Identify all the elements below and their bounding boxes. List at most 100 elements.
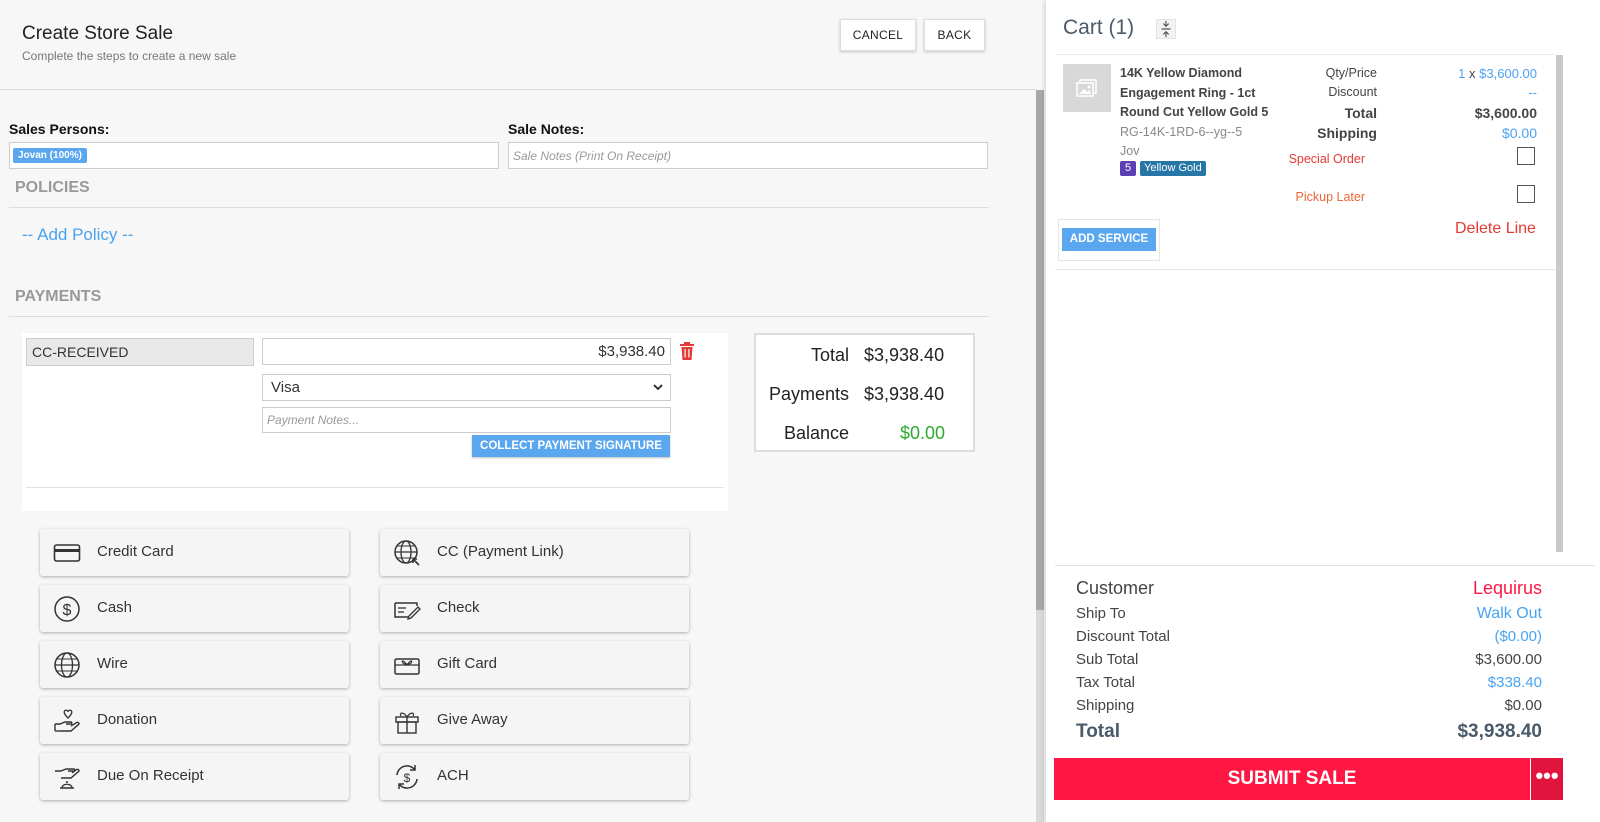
image-placeholder-icon bbox=[1076, 79, 1097, 97]
summary-balance-value: $0.00 bbox=[900, 423, 946, 443]
add-policy-link[interactable]: -- Add Policy -- bbox=[22, 225, 133, 245]
trash-icon[interactable] bbox=[679, 342, 695, 360]
discount-total-value[interactable]: ($0.00) bbox=[1494, 628, 1542, 645]
globe-link-icon bbox=[394, 540, 420, 566]
summary-total-row: Total $3,938.40 bbox=[756, 345, 973, 371]
discount-label: Discount bbox=[1328, 85, 1377, 99]
summary-payments-label: Payments bbox=[768, 384, 849, 404]
tax-total-value[interactable]: $338.40 bbox=[1488, 674, 1542, 691]
payments-section-title: PAYMENTS bbox=[15, 288, 102, 305]
qty-price-value[interactable]: 1 x $3,600.00 bbox=[1458, 66, 1537, 81]
customer-row: Customer Lequirus bbox=[1076, 578, 1542, 599]
payment-method-label: Donation bbox=[97, 711, 158, 728]
payment-method-give-away[interactable]: Give Away bbox=[380, 697, 689, 744]
pickup-later-label: Pickup Later bbox=[1295, 190, 1365, 204]
payment-method-wire[interactable]: Wire bbox=[40, 641, 349, 688]
card-type-value: Visa bbox=[271, 379, 300, 396]
product-sku: RG-14K-1RD-6--yg--5 bbox=[1120, 125, 1243, 139]
submit-sale-button[interactable]: SUBMIT SALE bbox=[1054, 758, 1530, 800]
left-scrollbar-thumb[interactable] bbox=[1036, 90, 1044, 610]
sales-persons-label: Sales Persons: bbox=[9, 121, 110, 137]
shipping-total-label: Shipping bbox=[1076, 697, 1135, 714]
tax-total-label: Tax Total bbox=[1076, 674, 1135, 691]
line-salesperson: Jov bbox=[1120, 144, 1140, 158]
payment-notes-input[interactable]: Payment Notes... bbox=[262, 407, 671, 433]
line-shipping-value[interactable]: $0.00 bbox=[1502, 125, 1537, 141]
svg-text:$: $ bbox=[404, 771, 411, 785]
sale-notes-input[interactable]: Sale Notes (Print On Receipt) bbox=[508, 142, 988, 169]
sales-persons-input[interactable]: Jovan (100%) bbox=[9, 142, 499, 169]
cancel-button[interactable]: CANCEL bbox=[840, 19, 916, 51]
payments-divider bbox=[9, 316, 989, 317]
card-type-select[interactable]: Visa bbox=[262, 374, 671, 401]
sales-person-chip[interactable]: Jovan (100%) bbox=[13, 148, 87, 163]
cart-line-item: 14K Yellow Diamond Engagement Ring - 1ct… bbox=[1055, 54, 1555, 270]
payment-notes-placeholder: Payment Notes... bbox=[267, 413, 360, 427]
dollar-circle-icon: $ bbox=[54, 596, 80, 622]
payment-method-cash[interactable]: $ Cash bbox=[40, 585, 349, 632]
line-total-value: $3,600.00 bbox=[1474, 105, 1537, 121]
line-shipping-label: Shipping bbox=[1317, 125, 1377, 141]
due-on-receipt-icon bbox=[55, 768, 80, 789]
collect-payment-signature-button[interactable]: COLLECT PAYMENT SIGNATURE bbox=[472, 435, 670, 457]
summary-total-label: Total bbox=[810, 345, 849, 365]
add-service-container: ADD SERVICE bbox=[1058, 219, 1160, 261]
payment-method-check[interactable]: Check bbox=[380, 585, 689, 632]
discount-total-label: Discount Total bbox=[1076, 628, 1170, 645]
payment-entry-divider bbox=[26, 487, 724, 488]
donation-icon bbox=[54, 709, 80, 732]
more-options-button[interactable]: ••• bbox=[1530, 758, 1563, 800]
summary-payments-value: $3,938.40 bbox=[864, 384, 945, 404]
cart-pane: Cart (1) 14K Yellow Diamond Engagement R… bbox=[1046, 0, 1600, 822]
grand-total-row: Total $3,938.40 bbox=[1076, 721, 1542, 743]
delete-line-link[interactable]: Delete Line bbox=[1455, 220, 1536, 238]
qty-price-label: Qty/Price bbox=[1325, 66, 1377, 80]
grand-total-label: Total bbox=[1076, 721, 1120, 742]
discount-total-row: Discount Total ($0.00) bbox=[1076, 628, 1542, 645]
payment-method-label: Credit Card bbox=[97, 543, 174, 560]
payment-method-due-on-receipt[interactable]: Due On Receipt bbox=[40, 753, 349, 800]
payment-amount-input[interactable]: $3,938.40 bbox=[262, 338, 671, 365]
back-button[interactable]: BACK bbox=[924, 19, 985, 51]
sale-notes-placeholder: Sale Notes (Print On Receipt) bbox=[513, 149, 672, 163]
collapse-icon[interactable] bbox=[1156, 19, 1176, 39]
ship-to-label: Ship To bbox=[1076, 605, 1126, 622]
metal-badge: Yellow Gold bbox=[1140, 161, 1206, 176]
pickup-later-checkbox[interactable] bbox=[1517, 185, 1535, 203]
left-scrollbar[interactable] bbox=[1036, 90, 1044, 822]
payment-method-gift-card[interactable]: Gift Card bbox=[380, 641, 689, 688]
payment-entry: CC-RECEIVED $3,938.40 Visa Payment Notes… bbox=[22, 333, 728, 511]
cart-summary-divider bbox=[1055, 565, 1595, 566]
page-header: Create Store Sale Complete the steps to … bbox=[0, 0, 1036, 90]
add-service-button[interactable]: ADD SERVICE bbox=[1062, 228, 1156, 251]
discount-value[interactable]: -- bbox=[1528, 85, 1537, 100]
special-order-checkbox[interactable] bbox=[1517, 147, 1535, 165]
line-total-label: Total bbox=[1344, 105, 1377, 121]
sub-total-value: $3,600.00 bbox=[1475, 651, 1542, 668]
size-badge: 5 bbox=[1120, 161, 1136, 176]
globe-icon bbox=[54, 652, 80, 678]
summary-total-value: $3,938.40 bbox=[864, 345, 945, 365]
product-name-line-1: 14K Yellow Diamond bbox=[1120, 66, 1243, 80]
summary-balance-row: Balance $0.00 bbox=[756, 423, 973, 449]
unit-price-value[interactable]: $3,600.00 bbox=[1479, 66, 1537, 81]
payment-summary-box: Total $3,938.40 Payments $3,938.40 Balan… bbox=[754, 333, 975, 452]
payment-method-ach[interactable]: $ ACH bbox=[380, 753, 689, 800]
payment-method-cc-payment-link[interactable]: CC (Payment Link) bbox=[380, 529, 689, 576]
qty-value[interactable]: 1 bbox=[1458, 66, 1465, 81]
qty-separator: x bbox=[1469, 66, 1476, 81]
sub-total-row: Sub Total $3,600.00 bbox=[1076, 651, 1542, 668]
product-thumbnail bbox=[1063, 64, 1111, 112]
customer-value[interactable]: Lequirus bbox=[1473, 578, 1542, 599]
payment-method-donation[interactable]: Donation bbox=[40, 697, 349, 744]
tax-total-row: Tax Total $338.40 bbox=[1076, 674, 1542, 691]
ship-to-value[interactable]: Walk Out bbox=[1477, 605, 1542, 623]
page-title: Create Store Sale bbox=[22, 23, 174, 44]
special-order-label: Special Order bbox=[1288, 152, 1365, 166]
customer-label: Customer bbox=[1076, 578, 1155, 598]
cart-title: Cart (1) bbox=[1063, 16, 1135, 39]
payment-method-credit-card[interactable]: Credit Card bbox=[40, 529, 349, 576]
gift-card-icon bbox=[394, 658, 420, 675]
cart-scrollbar[interactable] bbox=[1556, 55, 1563, 552]
product-name-line-2: Engagement Ring - 1ct bbox=[1120, 85, 1256, 100]
